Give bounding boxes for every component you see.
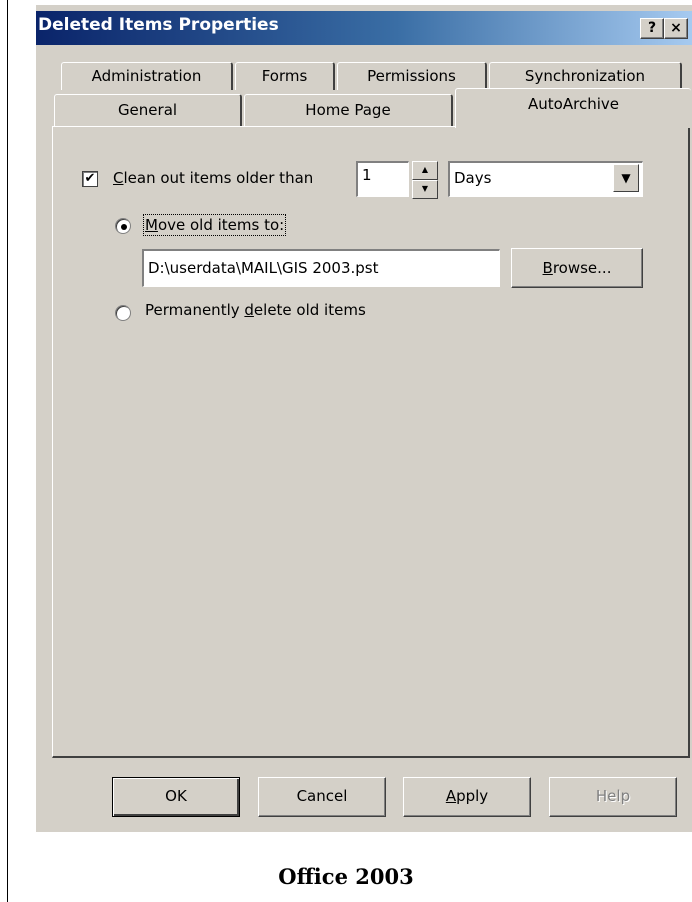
move-text: ove old items to: (157, 216, 285, 234)
arrow-up-icon: ▲ (421, 165, 429, 174)
page-left-border (7, 0, 8, 902)
tab-permissions[interactable]: Permissions (337, 62, 487, 90)
checkmark-icon: ✔ (84, 171, 96, 186)
dropdown-button[interactable]: ▼ (613, 164, 639, 192)
move-accel: M (145, 216, 158, 234)
tab-general[interactable]: General (54, 94, 242, 126)
tab-administration[interactable]: Administration (61, 62, 233, 90)
clean-out-text: lean out items older than (123, 169, 314, 187)
delete-label[interactable]: Permanently delete old items (145, 301, 366, 319)
chevron-down-icon: ▼ (621, 171, 631, 185)
browse-accel: B (542, 259, 553, 277)
help-button[interactable]: Help (549, 777, 677, 817)
browse-button[interactable]: Browse... (511, 248, 643, 288)
help-icon[interactable]: ? (640, 18, 664, 39)
tab-synchronization[interactable]: Synchronization (489, 62, 682, 90)
clean-out-accel: C (113, 169, 124, 187)
spin-down-button[interactable]: ▼ (412, 180, 438, 199)
cancel-button[interactable]: Cancel (258, 777, 386, 817)
arrow-down-icon: ▼ (421, 184, 429, 193)
tab-autoarchive[interactable]: AutoArchive (455, 88, 691, 128)
delete-radio[interactable] (115, 305, 131, 321)
tab-home-page[interactable]: Home Page (244, 94, 453, 126)
radio-selected-dot (121, 224, 127, 230)
figure-caption: Office 2003 (278, 864, 414, 889)
clean-out-checkbox[interactable]: ✔ (82, 171, 98, 187)
delete-accel: d (244, 301, 254, 319)
close-icon[interactable]: × (664, 18, 688, 39)
spin-up-button[interactable]: ▲ (412, 161, 438, 180)
archive-path-input[interactable]: D:\userdata\MAIL\GIS 2003.pst (142, 249, 500, 287)
tab-forms[interactable]: Forms (235, 62, 335, 90)
apply-text: pply (456, 787, 489, 805)
dialog-title: Deleted Items Properties (38, 15, 279, 35)
clean-out-label[interactable]: Clean out items older than (113, 169, 313, 187)
move-label[interactable]: Move old items to: (142, 214, 287, 236)
browse-text: rowse... (552, 259, 612, 277)
move-radio[interactable] (115, 218, 131, 234)
ok-button[interactable]: OK (112, 777, 240, 817)
apply-accel: A (445, 787, 457, 805)
apply-button[interactable]: Apply (403, 777, 531, 817)
age-value-input[interactable]: 1 (356, 161, 409, 197)
delete-text-rest: elete old items (253, 301, 366, 319)
age-unit-value: Days (454, 169, 492, 187)
delete-text-pre: Permanently (145, 301, 245, 319)
